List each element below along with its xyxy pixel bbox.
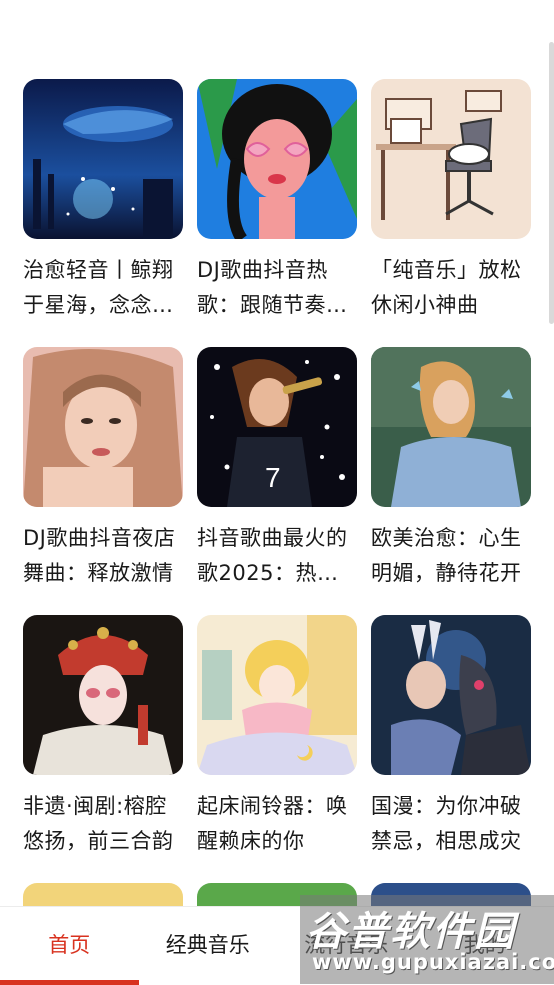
watermark-main-text: 谷普软件园: [306, 899, 516, 957]
singer-microphone-icon: 7: [197, 347, 357, 507]
playlist-card[interactable]: 起床闹铃器：唤醒赖床的你: [197, 615, 357, 883]
playlist-title: 国漫：为你冲破禁忌，相思成灾: [371, 789, 531, 859]
bunny-cyborg-icon: [371, 615, 531, 775]
playlist-title: 起床闹铃器：唤醒赖床的你: [197, 789, 357, 859]
portrait-girl-icon: [23, 347, 183, 507]
playlist-title: 「纯音乐」放松休闲小神曲: [371, 253, 531, 323]
playlist-title: DJ歌曲抖音热歌：跟随节奏舞动: [197, 253, 357, 323]
playlist-title: 抖音歌曲最火的歌2025：热歌推荐: [197, 521, 357, 591]
playlist-card[interactable]: 国漫：为你冲破禁忌，相思成灾: [371, 615, 531, 883]
sailor-moon-bedroom-icon: [197, 615, 357, 775]
playlist-grid: 治愈轻音丨鲸翔于星海，念念不忘 DJ歌曲抖音热歌：跟随节奏舞动: [23, 79, 531, 883]
playlist-card[interactable]: 治愈轻音丨鲸翔于星海，念念不忘: [23, 79, 183, 347]
office-cat-chair-icon: [371, 79, 531, 239]
playlist-card[interactable]: 非遗·闽剧:榕腔悠扬，前三合韵: [23, 615, 183, 883]
playlist-title: 欧美治愈：心生明媚，静待花开: [371, 521, 531, 591]
playlist-card[interactable]: 「纯音乐」放松休闲小神曲: [371, 79, 531, 347]
watermark-logo: 谷普软件园 www.gupuxiazai.com: [300, 895, 554, 984]
playlist-title: 治愈轻音丨鲸翔于星海，念念不忘: [23, 253, 183, 323]
playlist-card[interactable]: DJ歌曲抖音夜店舞曲：释放激情: [23, 347, 183, 615]
svg-text:7: 7: [265, 462, 281, 493]
opera-headdress-icon: [23, 615, 183, 775]
playlist-card[interactable]: 欧美治愈：心生明媚，静待花开: [371, 347, 531, 615]
blonde-butterfly-icon: [371, 347, 531, 507]
heart-glasses-girl-icon: [197, 79, 357, 239]
playlist-card[interactable]: DJ歌曲抖音热歌：跟随节奏舞动: [197, 79, 357, 347]
whale-sky-icon: [23, 79, 183, 239]
tab-home[interactable]: 首页: [0, 907, 139, 985]
tab-classic-music[interactable]: 经典音乐: [139, 907, 278, 985]
playlist-card[interactable]: 7 抖音歌曲最火的歌2025：热歌推荐: [197, 347, 357, 615]
playlist-title: DJ歌曲抖音夜店舞曲：释放激情: [23, 521, 183, 591]
scrollbar[interactable]: [549, 42, 554, 324]
watermark-url-text: www.gupuxiazai.com: [312, 950, 554, 974]
playlist-title: 非遗·闽剧:榕腔悠扬，前三合韵: [23, 789, 183, 859]
